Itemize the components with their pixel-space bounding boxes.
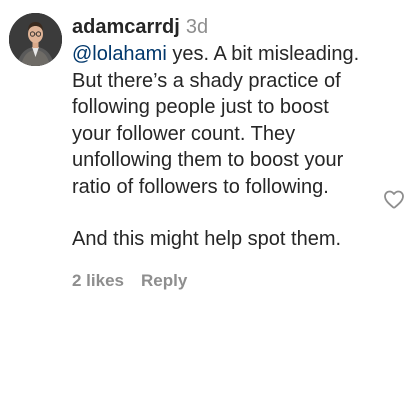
likes-count-button[interactable]: 2 likes bbox=[72, 271, 124, 290]
avatar[interactable] bbox=[9, 13, 62, 66]
comment-paragraph: @lolahami yes. A bit misleading. But the… bbox=[72, 41, 372, 200]
comment-header: adamcarrdj 3d bbox=[72, 13, 372, 41]
comment-text: yes. A bit misleading. But there’s a sha… bbox=[72, 43, 360, 198]
reply-button[interactable]: Reply bbox=[141, 271, 187, 290]
comment-timestamp[interactable]: 3d bbox=[186, 16, 208, 38]
mention-link[interactable]: @lolahami bbox=[72, 43, 167, 65]
comment-body: @lolahami yes. A bit misleading. But the… bbox=[72, 41, 372, 253]
comment-actions: 2 likes Reply bbox=[72, 271, 372, 291]
comment-username[interactable]: adamcarrdj bbox=[72, 16, 180, 38]
heart-outline-icon[interactable] bbox=[382, 187, 406, 211]
comment-content: adamcarrdj 3d @lolahami yes. A bit mislea… bbox=[72, 13, 372, 291]
comment-paragraph-2: And this might help spot them. bbox=[72, 228, 342, 250]
avatar-image bbox=[9, 13, 62, 66]
